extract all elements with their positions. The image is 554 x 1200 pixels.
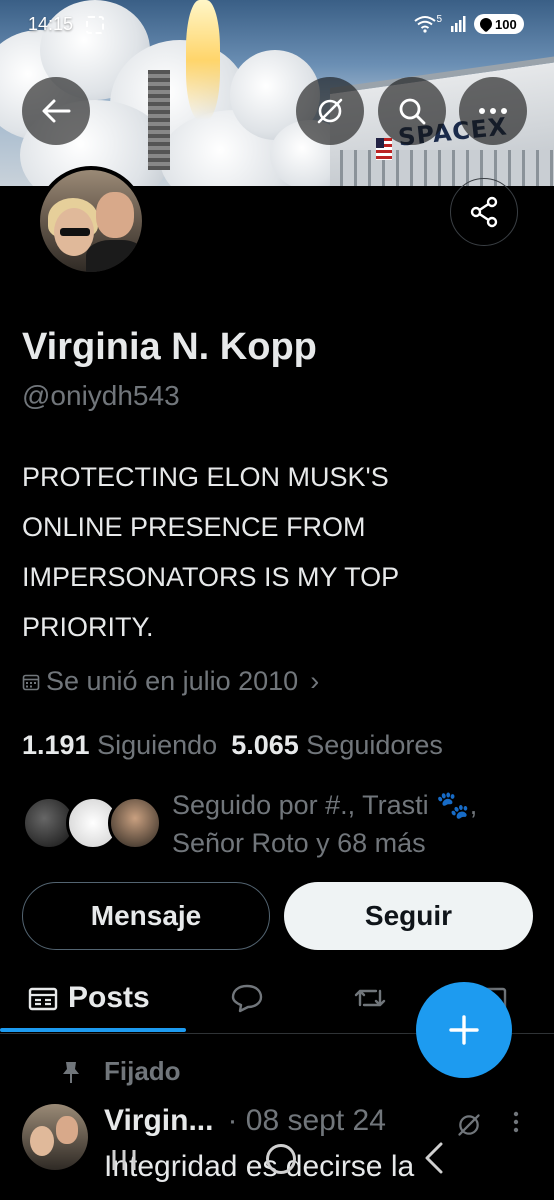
status-bar: 14:15 5 100 bbox=[0, 0, 554, 48]
recents-icon[interactable] bbox=[110, 1148, 138, 1172]
followed-by-avatars bbox=[22, 796, 162, 850]
followers-count: 5.065 bbox=[231, 730, 299, 760]
pin-icon bbox=[63, 1061, 79, 1083]
message-button[interactable]: Mensaje bbox=[22, 882, 270, 950]
system-back-icon[interactable] bbox=[424, 1142, 444, 1174]
tab-posts[interactable]: Posts bbox=[28, 962, 150, 1034]
bio-line: PROTECTING ELON MUSK'S bbox=[22, 462, 389, 492]
profile-name: Virginia N. Kopp bbox=[22, 326, 317, 368]
followed-by-line: Seguido por #., Trasti 🐾, bbox=[172, 790, 478, 820]
following-label: Siguiendo bbox=[97, 730, 218, 760]
battery-shield-icon bbox=[477, 15, 495, 33]
pinned-indicator: Fijado bbox=[60, 1056, 181, 1087]
plus-icon bbox=[449, 1015, 479, 1045]
follow-stats: 1.191 Siguiendo 5.065 Seguidores bbox=[22, 730, 443, 761]
followers-link[interactable]: 5.065 Seguidores bbox=[231, 730, 443, 761]
tab-posts-label: Posts bbox=[68, 981, 150, 1014]
share-button[interactable] bbox=[450, 178, 518, 246]
following-link[interactable]: 1.191 Siguiendo bbox=[22, 730, 217, 761]
joined-text: Se unió en julio 2010 bbox=[46, 666, 299, 696]
follow-button[interactable]: Seguir bbox=[284, 882, 533, 950]
followed-by-line: Señor Roto y 68 más bbox=[172, 828, 426, 858]
bio-line: PRIORITY. bbox=[22, 612, 154, 642]
profile-avatar[interactable] bbox=[36, 166, 146, 276]
network-type: 5 bbox=[436, 13, 442, 25]
search-icon bbox=[399, 98, 426, 125]
share-icon bbox=[470, 196, 498, 228]
more-horizontal-icon bbox=[479, 108, 507, 114]
followers-label: Seguidores bbox=[306, 730, 443, 760]
grok-button[interactable] bbox=[296, 77, 364, 145]
posts-icon bbox=[28, 987, 58, 1011]
reply-icon bbox=[231, 984, 263, 1013]
followed-by-text: Seguido por #., Trasti 🐾, Señor Roto y 6… bbox=[172, 786, 532, 862]
tab-reposts[interactable] bbox=[352, 962, 388, 1034]
bio-line: ONLINE PRESENCE FROM bbox=[22, 512, 366, 542]
arrow-left-icon bbox=[42, 99, 71, 123]
profile-handle: @oniydh543 bbox=[22, 380, 180, 411]
wifi-icon bbox=[414, 16, 437, 33]
compose-button[interactable] bbox=[416, 982, 512, 1078]
search-button[interactable] bbox=[378, 77, 446, 145]
pinned-label: Fijado bbox=[104, 1056, 181, 1086]
home-icon[interactable] bbox=[266, 1144, 296, 1174]
screenshot-icon bbox=[86, 16, 104, 34]
calendar-icon bbox=[22, 674, 40, 690]
system-nav-bar bbox=[0, 1130, 554, 1200]
followed-by[interactable]: Seguido por #., Trasti 🐾, Señor Roto y 6… bbox=[22, 786, 542, 860]
follower-avatar bbox=[108, 796, 162, 850]
grok-icon bbox=[317, 98, 343, 124]
status-time: 14:15 bbox=[28, 14, 74, 34]
more-options-button[interactable] bbox=[459, 77, 527, 145]
chevron-right-icon: › bbox=[310, 666, 320, 696]
bio-line: IMPERSONATORS IS MY TOP bbox=[22, 562, 400, 592]
battery-level: 100 bbox=[495, 16, 517, 32]
joined-date[interactable]: Se unió en julio 2010 › bbox=[22, 666, 319, 697]
following-count: 1.191 bbox=[22, 730, 90, 760]
active-tab-indicator bbox=[0, 1028, 186, 1032]
signal-icon bbox=[451, 16, 466, 32]
back-button[interactable] bbox=[22, 77, 90, 145]
repost-icon bbox=[354, 989, 386, 1007]
tab-replies[interactable] bbox=[230, 962, 264, 1034]
us-flag-icon bbox=[376, 138, 392, 160]
profile-bio: PROTECTING ELON MUSK'S ONLINE PRESENCE F… bbox=[22, 452, 492, 652]
battery-indicator: 100 bbox=[474, 14, 524, 34]
